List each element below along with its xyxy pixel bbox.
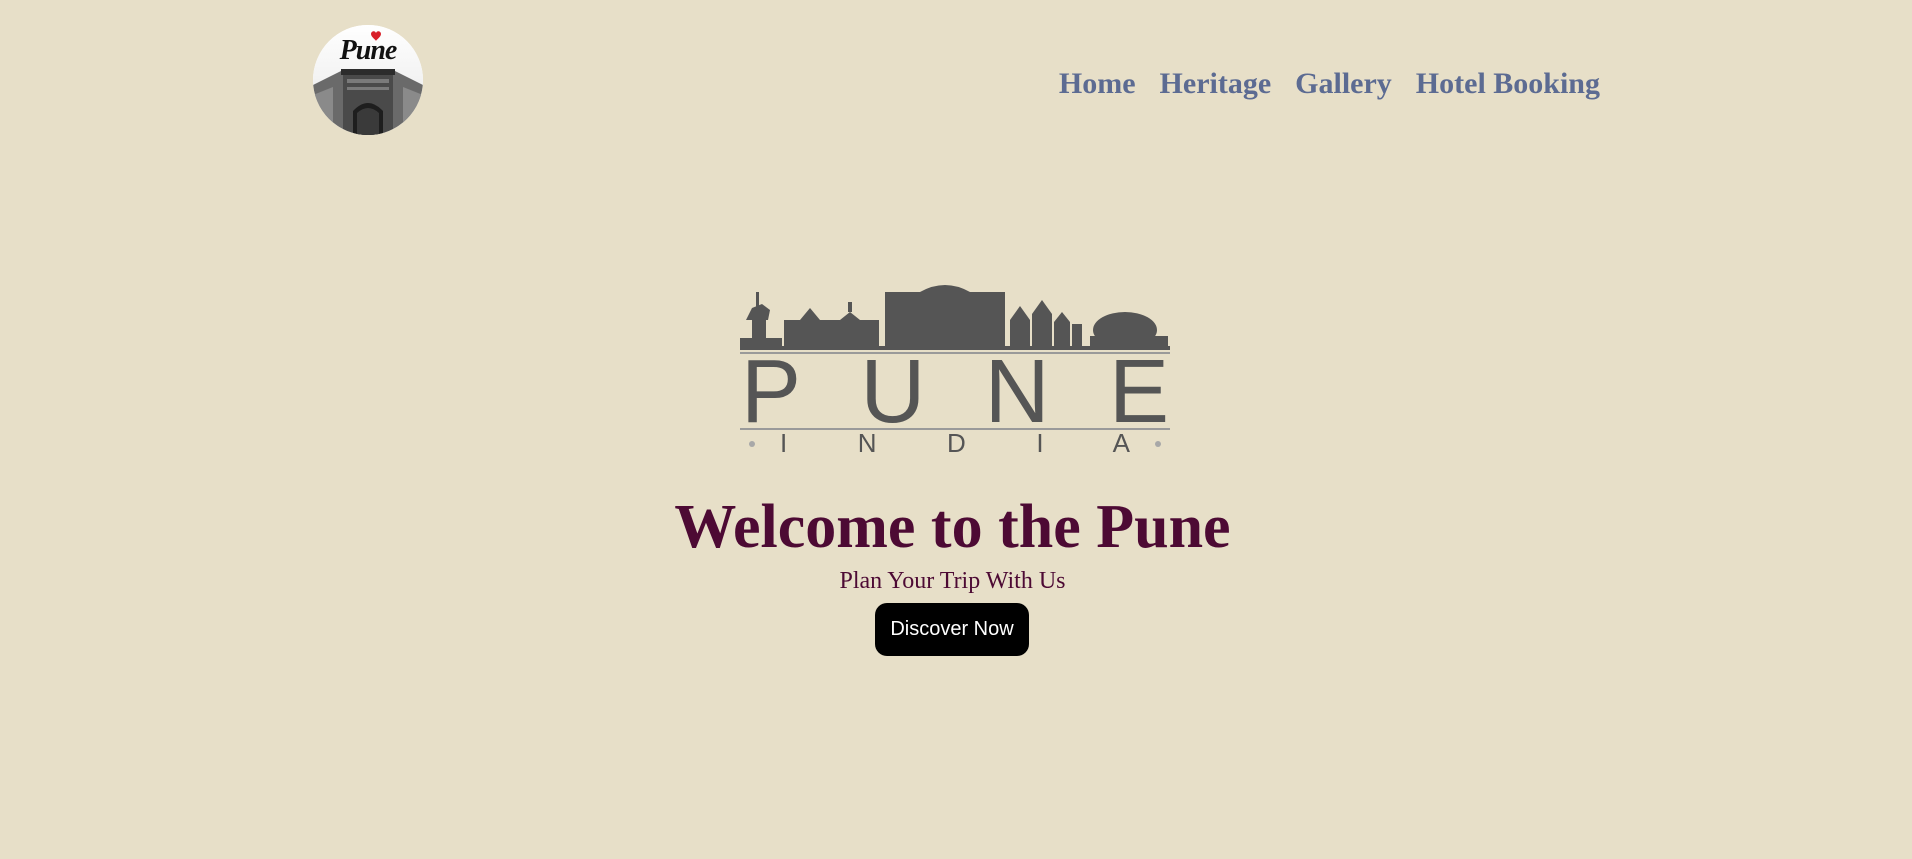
hero-subtitle: Plan Your Trip With Us: [839, 568, 1066, 594]
nav-heritage[interactable]: Heritage: [1160, 64, 1272, 104]
site-logo[interactable]: Pune: [313, 25, 423, 135]
main-nav: Home Heritage Gallery Hotel Booking: [1059, 64, 1600, 104]
pune-skyline-emblem: PUNE I N D I A: [740, 285, 1170, 458]
logo-text: Pune: [339, 35, 398, 66]
nav-hotel-booking[interactable]: Hotel Booking: [1416, 64, 1600, 104]
skyline-icon: [740, 285, 1170, 354]
nav-gallery[interactable]: Gallery: [1295, 64, 1392, 104]
page: Pune Home Heritage Gallery Hotel Booking: [0, 0, 1912, 859]
hero-title: Welcome to the Pune: [674, 493, 1231, 561]
discover-now-button[interactable]: Discover Now: [875, 603, 1029, 656]
emblem-word: PUNE: [741, 342, 1169, 442]
emblem-subword: I N D I A: [780, 428, 1131, 458]
nav-home[interactable]: Home: [1059, 64, 1136, 104]
